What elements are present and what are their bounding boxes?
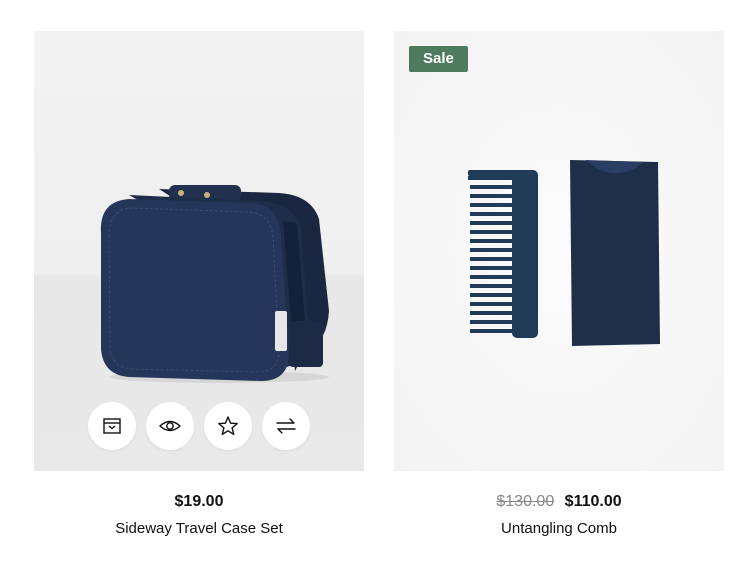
product-card-comb[interactable]: Sale $130.00 $110.00 Untangling Comb <box>394 31 724 539</box>
star-icon <box>218 416 238 436</box>
product-image-travel-case[interactable] <box>34 31 364 471</box>
compare-button[interactable] <box>262 402 310 450</box>
product-price: $19.00 <box>174 493 224 510</box>
product-info: $130.00 $110.00 Untangling Comb <box>394 491 724 539</box>
sale-badge: Sale <box>409 46 468 72</box>
add-to-cart-button[interactable] <box>88 402 136 450</box>
product-actions <box>88 402 310 450</box>
product-title[interactable]: Untangling Comb <box>394 519 724 539</box>
comb-illustration <box>468 160 660 346</box>
travel-case-illustration <box>100 185 329 383</box>
product-card-travel-case[interactable]: $19.00 Sideway Travel Case Set <box>34 31 364 539</box>
eye-icon <box>159 420 181 432</box>
product-title[interactable]: Sideway Travel Case Set <box>34 519 364 539</box>
product-image-comb[interactable]: Sale <box>394 31 724 471</box>
wishlist-button[interactable] <box>204 402 252 450</box>
product-old-price: $130.00 <box>496 493 555 510</box>
compare-arrows-icon <box>276 418 296 434</box>
price-row: $19.00 <box>34 491 364 513</box>
quick-view-button[interactable] <box>146 402 194 450</box>
price-row: $130.00 $110.00 <box>394 491 724 513</box>
archive-box-icon <box>103 418 121 434</box>
product-price: $110.00 <box>564 493 622 510</box>
product-info: $19.00 Sideway Travel Case Set <box>34 491 364 539</box>
